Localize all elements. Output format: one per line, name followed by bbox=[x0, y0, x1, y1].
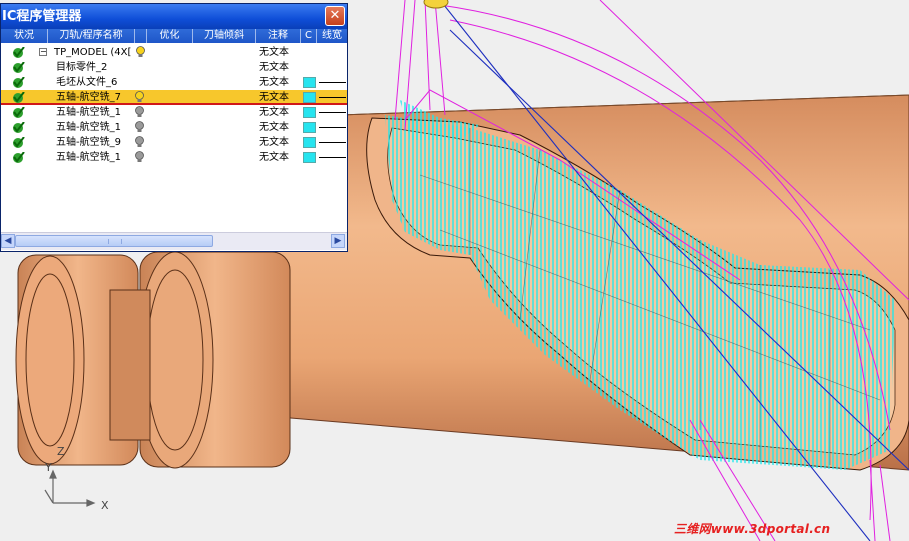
close-button[interactable]: ✕ bbox=[325, 6, 345, 26]
program-name[interactable]: 五轴-航空铣_1 bbox=[56, 120, 121, 135]
status-check-icon bbox=[13, 122, 25, 133]
program-name[interactable]: 毛坯从文件_6 bbox=[56, 75, 117, 90]
axis-y-label: Y bbox=[44, 461, 52, 474]
note-cell: 无文本 bbox=[259, 122, 289, 133]
program-name[interactable]: 五轴-航空铣_7 bbox=[56, 90, 121, 105]
program-row[interactable]: 五轴-航空铣_9 无文本 bbox=[1, 135, 347, 150]
color-swatch[interactable] bbox=[303, 137, 316, 148]
program-row[interactable]: − TP_MODEL (4X[ 无文本 bbox=[1, 45, 347, 60]
program-row[interactable]: 五轴-航空铣_7 无文本 bbox=[1, 90, 347, 105]
column-header-note[interactable]: 注释 bbox=[256, 29, 301, 43]
line-width-sample[interactable] bbox=[319, 142, 346, 143]
bulb-on-icon[interactable] bbox=[136, 46, 145, 58]
nc-program-manager-window: IC程序管理器 ✕ 状况 刀轨/程序名称 优化 刀轴倾斜 注释 C 线宽 − TP… bbox=[0, 3, 348, 252]
note-cell: 无文本 bbox=[259, 107, 289, 118]
note-cell: 无文本 bbox=[259, 77, 289, 88]
status-check-icon bbox=[13, 137, 25, 148]
window-titlebar[interactable]: IC程序管理器 ✕ bbox=[1, 4, 347, 29]
bulb-on-icon[interactable] bbox=[135, 91, 144, 103]
note-cell: 无文本 bbox=[259, 152, 289, 163]
scroll-right-button[interactable]: ▶ bbox=[331, 234, 345, 248]
column-header-tool-axis-tilt[interactable]: 刀轴倾斜 bbox=[193, 29, 256, 43]
status-check-icon bbox=[13, 77, 25, 88]
program-name[interactable]: 五轴-航空铣_9 bbox=[56, 135, 121, 150]
program-row[interactable]: 五轴-航空铣_1 无文本 bbox=[1, 150, 347, 165]
column-header-row: 状况 刀轨/程序名称 优化 刀轴倾斜 注释 C 线宽 bbox=[1, 29, 347, 43]
program-row[interactable]: 五轴-航空铣_1 无文本 bbox=[1, 120, 347, 135]
note-cell: 无文本 bbox=[259, 62, 289, 73]
status-check-icon bbox=[13, 47, 25, 58]
scroll-thumb[interactable] bbox=[15, 235, 213, 247]
bulb-off-icon[interactable] bbox=[135, 136, 144, 148]
program-row[interactable]: 五轴-航空铣_1 无文本 bbox=[1, 105, 347, 120]
bulb-off-icon[interactable] bbox=[135, 121, 144, 133]
tree-collapse-icon[interactable]: − bbox=[39, 48, 47, 56]
program-list: − TP_MODEL (4X[无文本 目标零件_2 无文本 毛坯从文件_6 无文本 五轴-航… bbox=[1, 45, 347, 165]
axis-z-label: Z bbox=[57, 445, 65, 458]
scroll-left-button[interactable]: ◀ bbox=[1, 234, 15, 248]
axis-triad: Z Y X bbox=[35, 445, 115, 519]
status-check-icon bbox=[13, 62, 25, 73]
line-width-sample[interactable] bbox=[319, 97, 346, 98]
column-header-blank[interactable] bbox=[135, 29, 147, 43]
color-swatch[interactable] bbox=[303, 107, 316, 118]
status-check-icon bbox=[13, 152, 25, 163]
window-title: IC程序管理器 bbox=[2, 9, 82, 24]
line-width-sample[interactable] bbox=[319, 112, 346, 113]
bulb-off-icon[interactable] bbox=[135, 106, 144, 118]
color-swatch[interactable] bbox=[303, 122, 316, 133]
watermark: 三维网www.3dportal.cn bbox=[674, 522, 831, 536]
color-swatch[interactable] bbox=[303, 152, 316, 163]
color-swatch[interactable] bbox=[303, 77, 316, 88]
color-swatch[interactable] bbox=[303, 92, 316, 103]
note-cell: 无文本 bbox=[259, 92, 289, 103]
status-check-icon bbox=[13, 107, 25, 118]
column-header-toolpath-name[interactable]: 刀轨/程序名称 bbox=[48, 29, 135, 43]
program-row[interactable]: 目标零件_2 无文本 bbox=[1, 60, 347, 75]
line-width-sample[interactable] bbox=[319, 127, 346, 128]
tool-holder-tip bbox=[423, 0, 449, 9]
line-width-sample[interactable] bbox=[319, 157, 346, 158]
bulb-off-icon[interactable] bbox=[135, 151, 144, 163]
flange-wheels bbox=[15, 251, 291, 469]
program-name[interactable]: 五轴-航空铣_1 bbox=[56, 105, 121, 120]
program-row[interactable]: 毛坯从文件_6 无文本 bbox=[1, 75, 347, 90]
column-header-optimize[interactable]: 优化 bbox=[147, 29, 193, 43]
program-name[interactable]: TP_MODEL (4X[ bbox=[54, 45, 131, 60]
program-name[interactable]: 目标零件_2 bbox=[56, 60, 107, 75]
program-name[interactable]: 五轴-航空铣_1 bbox=[56, 150, 121, 165]
column-header-line-width[interactable]: 线宽 bbox=[317, 29, 347, 43]
axis-x-label: X bbox=[101, 499, 109, 512]
column-header-status[interactable]: 状况 bbox=[1, 29, 48, 43]
column-header-color[interactable]: C bbox=[301, 29, 317, 43]
note-cell: 无文本 bbox=[259, 137, 289, 148]
horizontal-scrollbar[interactable]: ◀ ▶ bbox=[1, 232, 347, 250]
line-width-sample[interactable] bbox=[319, 82, 346, 83]
status-check-icon bbox=[13, 92, 25, 103]
note-cell: 无文本 bbox=[259, 47, 289, 58]
